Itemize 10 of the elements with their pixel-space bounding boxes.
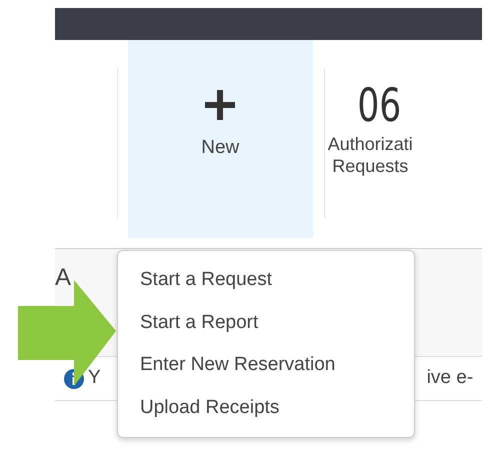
- menu-item[interactable]: Enter New Reservation: [118, 344, 414, 386]
- info-text: Y: [88, 366, 101, 390]
- count-tile[interactable]: 06 Authorizati Requests: [328, 40, 482, 238]
- info-text: ive e-: [426, 366, 474, 390]
- menu-item[interactable]: Start a Report: [118, 302, 414, 344]
- menu-item[interactable]: Start a Request: [118, 259, 414, 302]
- menu-item[interactable]: Upload Receipts: [118, 386, 414, 429]
- plus-icon: [205, 90, 236, 120]
- section-heading: A: [55, 265, 72, 292]
- new-tile[interactable]: New: [128, 40, 313, 238]
